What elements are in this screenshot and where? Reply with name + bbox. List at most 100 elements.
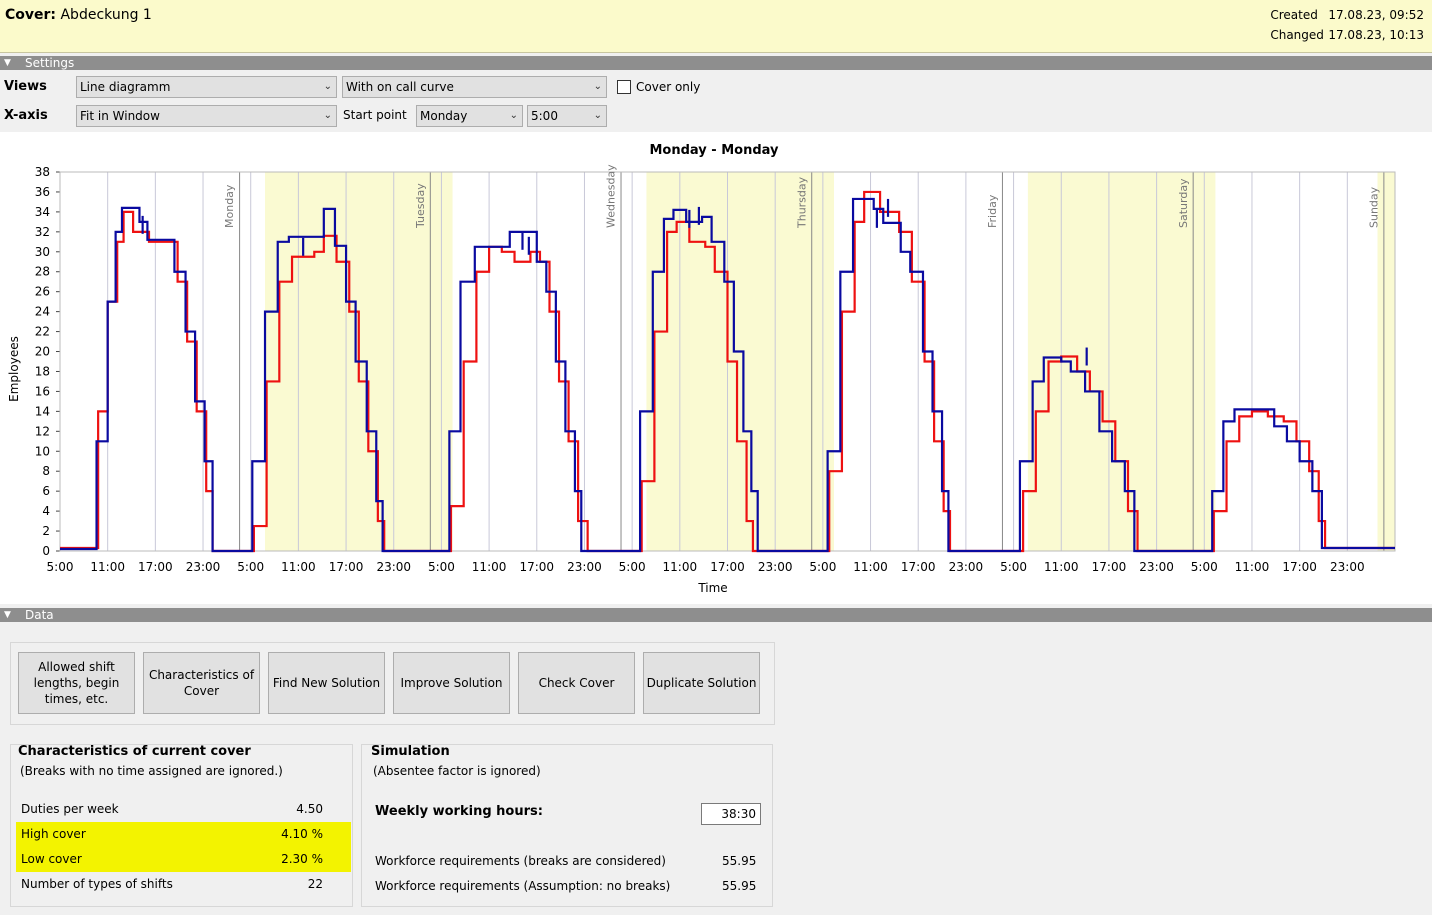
simulation-note: (Absentee factor is ignored) (373, 764, 541, 778)
curve-select-value: With on call curve (346, 80, 454, 94)
settings-section-bar[interactable]: ▼ Settings (0, 56, 1432, 70)
curve-select[interactable]: With on call curve ⌄ (342, 76, 607, 98)
req-breaks-label: Workforce requirements (breaks are consi… (375, 854, 666, 868)
chevron-down-icon: ⌄ (323, 81, 332, 92)
find-new-solution-button[interactable]: Find New Solution (268, 652, 385, 714)
x-tick-label: 5:00 (1191, 560, 1218, 574)
x-tick-label: 5:00 (47, 560, 74, 574)
y-axis-label: Employees (7, 336, 21, 402)
x-tick-label: 23:00 (1330, 560, 1365, 574)
changed-label: Changed (1270, 28, 1324, 42)
cover-header: Cover: Abdeckung 1 Created 17.08.23, 09:5… (0, 0, 1432, 53)
x-tick-label: 17:00 (901, 560, 936, 574)
x-tick-label: 23:00 (758, 560, 793, 574)
improve-solution-button[interactable]: Improve Solution (393, 652, 510, 714)
cover-line-chart: 5:00 11:00 17:00 23:00 5:00 11:00 17:00 23:00 5:… (7, 143, 1396, 595)
actions-panel: Allowed shift lengths, begin times, etc.… (10, 642, 775, 725)
stat-value: 4.50 (296, 802, 323, 816)
x-tick-label: 23:00 (186, 560, 221, 574)
data-section-bar[interactable]: ▼ Data (0, 608, 1432, 622)
stat-row: Number of types of shifts 22 (16, 872, 351, 897)
x-tick-label: 11:00 (472, 560, 507, 574)
x-tick-label: 11:00 (1235, 560, 1270, 574)
x-tick-label: 17:00 (710, 560, 745, 574)
y-tick-label: 32 (35, 225, 50, 239)
stat-name: Number of types of shifts (21, 877, 173, 891)
chevron-down-icon: ⌄ (593, 110, 602, 121)
y-tick-label: 26 (35, 285, 50, 299)
start-day-select[interactable]: Monday ⌄ (416, 105, 523, 127)
views-label: Views (4, 79, 47, 94)
x-tick-label: 5:00 (619, 560, 646, 574)
x-tick-label: 5:00 (1000, 560, 1027, 574)
y-tick-label: 4 (42, 504, 50, 518)
created-value: 17.08.23, 09:52 (1328, 8, 1424, 22)
stat-name: Duties per week (21, 802, 119, 816)
characteristics-title: Characteristics of current cover (18, 744, 251, 759)
x-tick-label: 11:00 (853, 560, 888, 574)
xaxis-select-value: Fit in Window (80, 109, 160, 123)
x-tick-label: 17:00 (1282, 560, 1317, 574)
check-cover-button[interactable]: Check Cover (518, 652, 635, 714)
x-tick-label: 23:00 (949, 560, 984, 574)
stat-row-highlighted: High cover 4.10 % (16, 822, 351, 847)
chevron-down-icon: ⌄ (323, 110, 332, 121)
simulation-title: Simulation (371, 744, 450, 759)
y-tick-label: 38 (35, 165, 50, 179)
cover-chart: 5:00 11:00 17:00 23:00 5:00 11:00 17:00 23:00 5:… (0, 132, 1432, 604)
y-tick-label: 36 (35, 185, 50, 199)
characteristics-panel: Characteristics of current cover (Breaks… (10, 744, 353, 907)
chevron-down-icon: ⌄ (509, 110, 518, 121)
y-tick-label: 0 (42, 544, 50, 558)
x-tick-label: 11:00 (281, 560, 316, 574)
settings-title: Settings (25, 56, 75, 70)
allowed-shifts-button[interactable]: Allowed shift lengths, begin times, etc. (18, 652, 135, 714)
cover-only-checkbox[interactable] (617, 80, 631, 94)
x-tick-label: 5:00 (237, 560, 264, 574)
plot-area (56, 171, 1396, 552)
y-tick-label: 2 (42, 524, 50, 538)
cover-name: Abdeckung 1 (60, 7, 152, 23)
x-axis-label: Time (697, 581, 727, 595)
y-tick-label: 20 (35, 345, 50, 359)
req-nobreaks-value: 55.95 (722, 879, 757, 893)
collapse-triangle-icon[interactable]: ▼ (4, 608, 11, 622)
views-select-value: Line diagramm (80, 80, 171, 94)
y-tick-label: 30 (35, 245, 50, 259)
day-label: Friday (986, 194, 999, 228)
day-label: Wednesday (605, 164, 618, 228)
start-point-label: Start point (343, 108, 407, 122)
created-label: Created (1270, 8, 1318, 22)
stat-row-highlighted: Low cover 2.30 % (16, 847, 351, 872)
day-label: Thursday (795, 176, 808, 229)
duplicate-solution-button[interactable]: Duplicate Solution (643, 652, 760, 714)
xaxis-select[interactable]: Fit in Window ⌄ (76, 105, 337, 127)
stat-value: 4.10 % (281, 827, 323, 841)
y-tick-label: 24 (35, 305, 50, 319)
start-time-select[interactable]: 5:00 ⌄ (527, 105, 607, 127)
y-tick-label: 14 (35, 404, 50, 418)
cover-title: Cover: Abdeckung 1 (5, 7, 152, 23)
y-tick-label: 34 (35, 205, 50, 219)
y-tick-label: 28 (35, 265, 50, 279)
y-tick-label: 12 (35, 424, 50, 438)
stat-row: Duties per week 4.50 (16, 797, 351, 822)
x-tick-label: 11:00 (1044, 560, 1079, 574)
stat-value: 2.30 % (281, 852, 323, 866)
y-tick-label: 8 (42, 464, 50, 478)
x-tick-label: 17:00 (138, 560, 173, 574)
day-label: Sunday (1368, 186, 1381, 228)
day-label: Monday (223, 184, 236, 228)
day-label: Saturday (1177, 178, 1190, 228)
start-day-value: Monday (420, 109, 468, 123)
weekly-hours-input[interactable]: 38:30 (701, 803, 761, 825)
views-select[interactable]: Line diagramm ⌄ (76, 76, 337, 98)
x-tick-label: 23:00 (567, 560, 602, 574)
collapse-triangle-icon[interactable]: ▼ (4, 56, 11, 70)
req-nobreaks-label: Workforce requirements (Assumption: no b… (375, 879, 671, 893)
characteristics-button[interactable]: Characteristics of Cover (143, 652, 260, 714)
start-time-value: 5:00 (531, 109, 558, 123)
characteristics-note: (Breaks with no time assigned are ignore… (20, 764, 283, 778)
cover-only-label: Cover only (636, 80, 701, 94)
day-label: Tuesday (414, 183, 427, 229)
